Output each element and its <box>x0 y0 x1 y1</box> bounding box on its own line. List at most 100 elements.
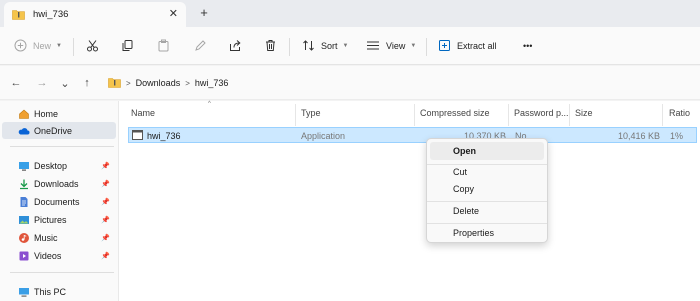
menu-item-open[interactable]: Open <box>430 142 544 160</box>
copy-button[interactable] <box>121 36 134 56</box>
table-row[interactable]: hwi_736 Application 10,370 KB No 10,416 … <box>128 127 697 143</box>
menu-item-copy[interactable]: Copy <box>430 180 544 198</box>
pin-icon[interactable]: 📌 <box>101 180 110 188</box>
paste-button[interactable] <box>157 36 170 56</box>
context-menu: Open Cut Copy Delete Properties <box>426 138 548 243</box>
rename-icon <box>194 39 207 54</box>
chevron-down-icon: ▼ <box>410 43 417 49</box>
folder-zip-icon <box>11 8 25 22</box>
menu-item-delete[interactable]: Delete <box>430 202 544 220</box>
tab-bar: hwi_736 ✕ + <box>0 0 700 27</box>
pin-icon[interactable]: 📌 <box>101 216 110 224</box>
new-button[interactable]: New ▼ <box>14 36 62 56</box>
sort-button[interactable]: Sort ▼ <box>302 36 348 56</box>
sidebar-item-label: Documents <box>34 196 80 207</box>
scissors-icon <box>86 39 99 54</box>
column-divider[interactable] <box>662 104 663 126</box>
breadcrumb-downloads[interactable]: Downloads <box>136 78 181 88</box>
file-list: ^ Name Type Compressed size Password p..… <box>119 101 700 301</box>
breadcrumb-separator: > <box>126 78 131 88</box>
recent-locations-icon[interactable]: ⌄ <box>58 76 72 90</box>
sidebar-item-pictures[interactable]: Pictures 📌 <box>2 211 116 228</box>
copy-icon <box>121 39 134 54</box>
column-header-size[interactable]: Size <box>575 108 593 124</box>
view-button[interactable]: View ▼ <box>366 36 416 56</box>
chevron-down-icon: ▼ <box>56 43 62 49</box>
sidebar-item-documents[interactable]: Documents 📌 <box>2 193 116 210</box>
up-arrow-icon[interactable]: ↑ <box>80 76 94 90</box>
pin-icon[interactable]: 📌 <box>101 252 110 260</box>
sidebar-item-home[interactable]: Home <box>2 105 116 122</box>
pin-icon[interactable]: 📌 <box>101 162 110 170</box>
extract-all-label: Extract all <box>457 41 497 51</box>
new-tab-button[interactable]: + <box>197 5 211 20</box>
column-divider[interactable] <box>414 104 415 126</box>
application-icon <box>132 130 143 142</box>
column-divider[interactable] <box>569 104 570 126</box>
trash-icon <box>264 39 277 54</box>
folder-zip-icon <box>108 77 121 90</box>
pin-icon[interactable]: 📌 <box>101 234 110 242</box>
sidebar-item-label: This PC <box>34 286 67 297</box>
file-ratio: 1% <box>670 131 684 141</box>
breadcrumb-separator: > <box>185 78 190 88</box>
column-header-compressed-size[interactable]: Compressed size <box>420 108 490 124</box>
sidebar-item-downloads[interactable]: Downloads 📌 <box>2 175 116 192</box>
sort-icon <box>302 39 315 54</box>
sidebar-item-label: Downloads <box>34 178 79 189</box>
view-label: View <box>386 41 406 51</box>
plus-circle-icon <box>14 39 27 54</box>
sidebar-item-music[interactable]: Music 📌 <box>2 229 116 246</box>
column-header-ratio[interactable]: Ratio <box>669 108 690 124</box>
extract-icon <box>438 39 451 54</box>
divider <box>73 38 74 56</box>
sidebar-item-label: Videos <box>34 250 62 261</box>
sidebar-item-this-pc[interactable]: This PC <box>2 283 116 300</box>
share-button[interactable] <box>229 36 242 56</box>
forward-arrow-icon[interactable]: → <box>35 76 49 90</box>
command-bar: New ▼ Sort ▼ View ▼ Extract all ••• <box>0 27 700 65</box>
sidebar-divider <box>10 272 114 273</box>
rename-button[interactable] <box>194 36 207 56</box>
chevron-down-icon: ▼ <box>342 43 349 49</box>
sidebar-divider <box>10 146 114 147</box>
new-label: New <box>33 41 52 51</box>
sidebar-item-desktop[interactable]: Desktop 📌 <box>2 157 116 174</box>
menu-item-cut[interactable]: Cut <box>430 163 544 181</box>
desktop-icon <box>18 160 30 172</box>
document-icon <box>18 196 30 208</box>
address-bar[interactable]: > Downloads > hwi_736 <box>103 71 700 95</box>
sort-ascending-icon: ^ <box>208 101 211 107</box>
file-name: hwi_736 <box>147 131 181 141</box>
column-header-password[interactable]: Password p... <box>514 108 569 124</box>
download-icon <box>18 178 30 190</box>
sidebar-item-label: Pictures <box>34 214 67 225</box>
view-icon <box>366 39 380 54</box>
column-divider[interactable] <box>295 104 296 126</box>
column-header-name[interactable]: Name <box>131 108 155 124</box>
share-icon <box>229 39 242 54</box>
close-icon[interactable]: ✕ <box>169 7 178 20</box>
cut-button[interactable] <box>86 36 99 56</box>
sidebar: Home OneDrive Desktop 📌 Downloads 📌 Docu… <box>0 101 118 301</box>
menu-item-properties[interactable]: Properties <box>430 224 544 242</box>
delete-button[interactable] <box>264 36 277 56</box>
tab-hwi[interactable]: hwi_736 ✕ <box>4 2 186 27</box>
pin-icon[interactable]: 📌 <box>101 198 110 206</box>
breadcrumb-hwi[interactable]: hwi_736 <box>195 78 229 88</box>
divider <box>289 38 290 56</box>
column-header-type[interactable]: Type <box>301 108 321 124</box>
extract-all-button[interactable]: Extract all <box>438 36 497 56</box>
sidebar-item-label: Music <box>34 232 58 243</box>
sidebar-item-onedrive[interactable]: OneDrive <box>2 122 116 139</box>
computer-icon <box>18 286 30 298</box>
paste-icon <box>157 39 170 54</box>
column-divider[interactable] <box>508 104 509 126</box>
more-options-button[interactable]: ••• <box>523 36 532 56</box>
file-size: 10,416 KB <box>617 131 660 141</box>
home-icon <box>18 108 30 120</box>
back-arrow-icon[interactable]: ← <box>9 76 23 90</box>
divider <box>426 38 427 56</box>
sidebar-item-videos[interactable]: Videos 📌 <box>2 247 116 264</box>
sidebar-item-label: Desktop <box>34 160 68 171</box>
